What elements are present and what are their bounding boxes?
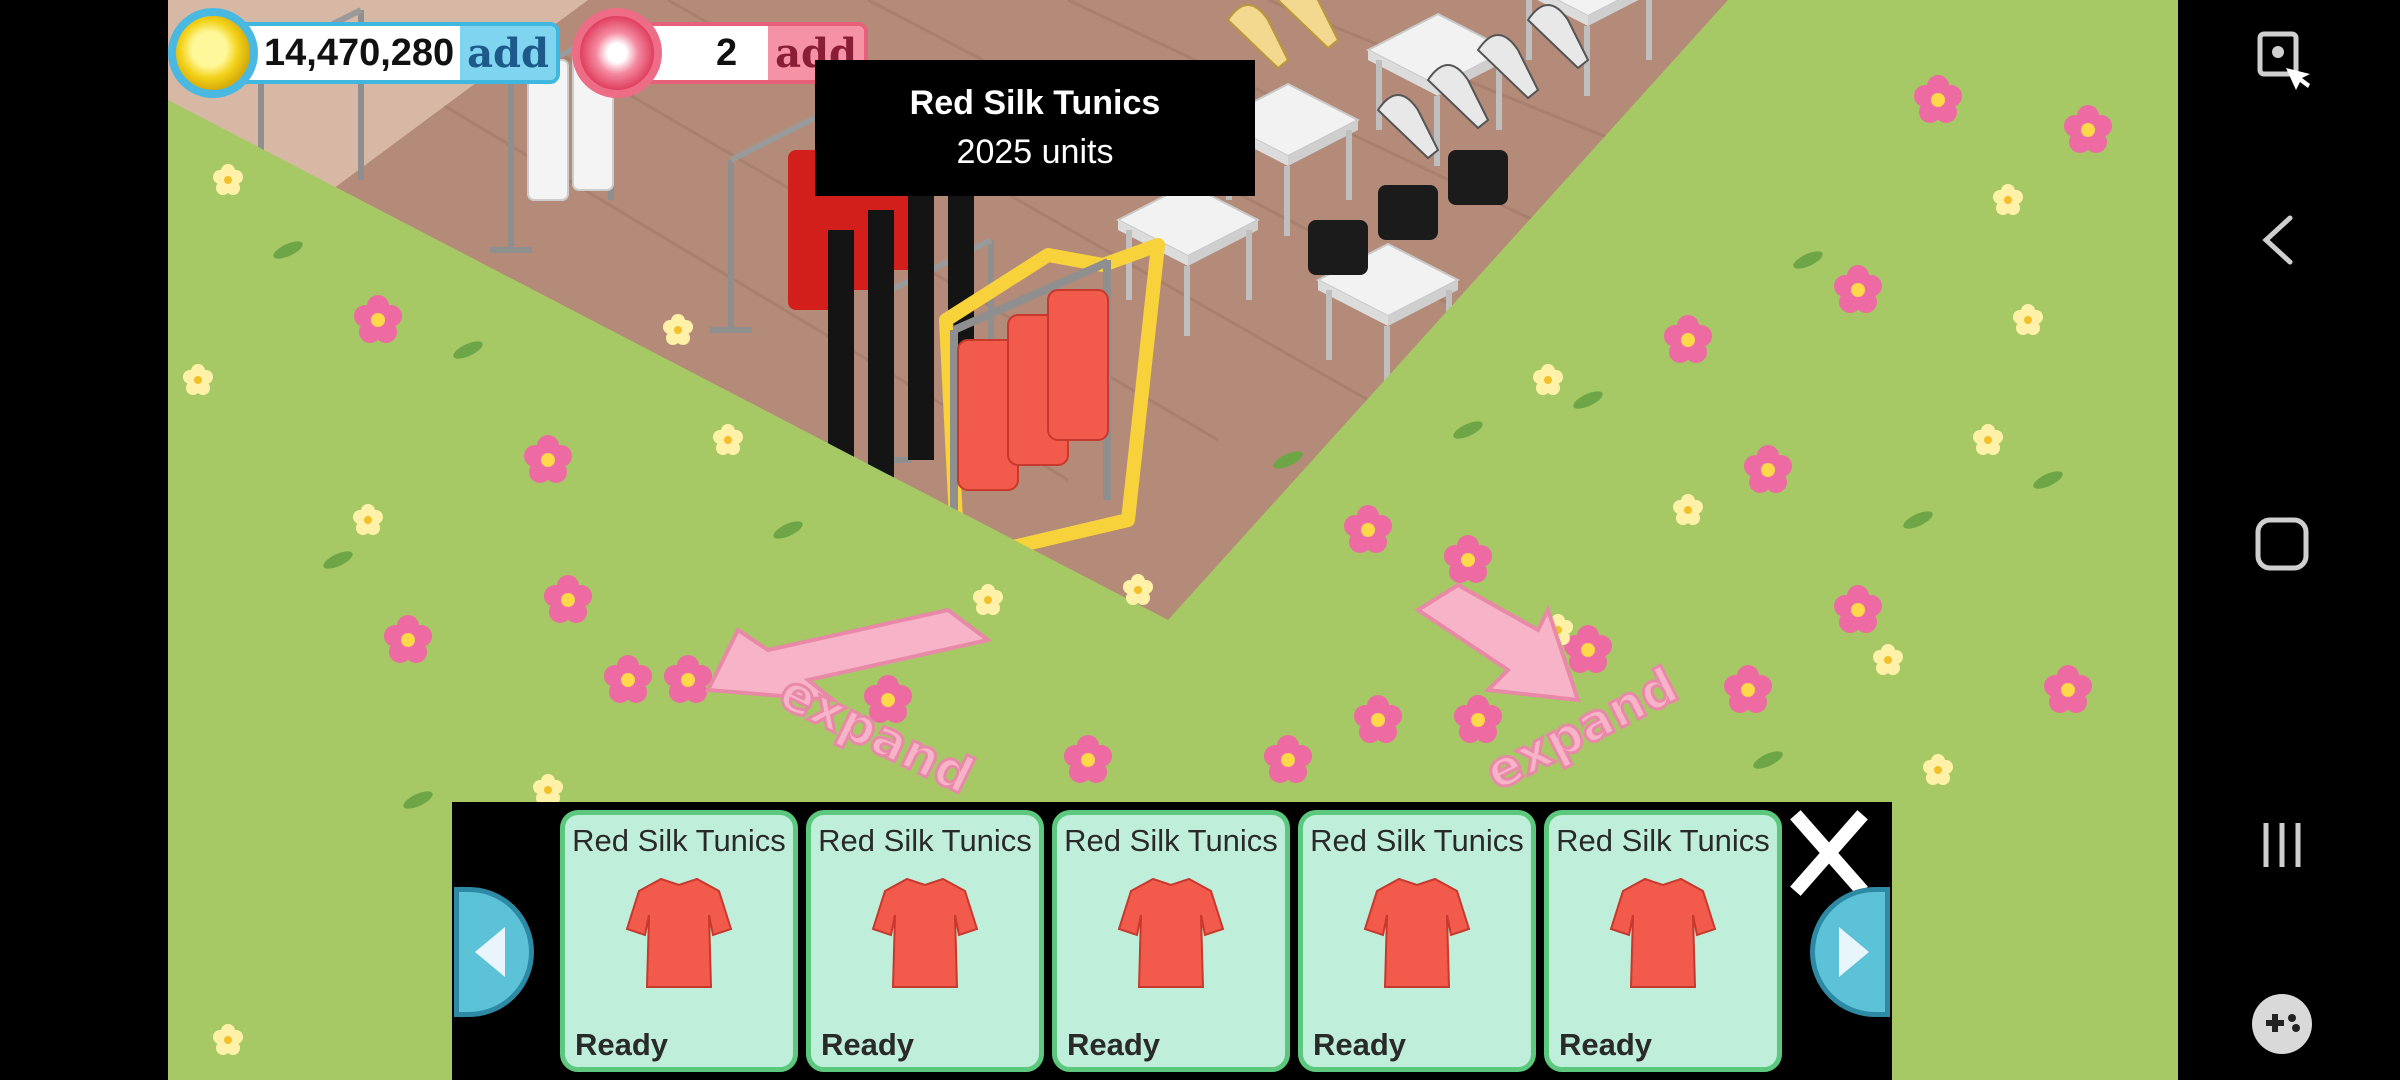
- gamepad-icon: [2252, 994, 2312, 1054]
- tooltip-title: Red Silk Tunics: [909, 84, 1161, 122]
- tunic-icon: [1118, 878, 1224, 988]
- gem-value: 2: [716, 31, 738, 74]
- coin-value: 14,470,280: [264, 31, 455, 74]
- recents-icon: [2263, 823, 2301, 867]
- card-title: Red Silk Tunics: [1064, 823, 1278, 858]
- close-button[interactable]: [1786, 810, 1872, 896]
- inventory-bar: Red Silk Tunics Ready Red Silk Tunics Re…: [452, 802, 1892, 1080]
- game-tools-button[interactable]: [2248, 990, 2318, 1065]
- arrow-left-icon: [475, 927, 505, 977]
- item-tooltip: Red Silk Tunics 2025 units: [815, 60, 1255, 196]
- home-button[interactable]: [2248, 510, 2318, 585]
- back-button[interactable]: [2248, 210, 2318, 275]
- card-status: Ready: [1067, 1027, 1161, 1062]
- inventory-card[interactable]: Red Silk Tunics Ready: [1544, 810, 1782, 1072]
- card-status: Ready: [821, 1027, 915, 1062]
- screenshot-button[interactable]: [2248, 28, 2318, 103]
- close-icon: [1790, 810, 1868, 896]
- tunic-icon: [872, 878, 978, 988]
- home-icon: [2255, 517, 2309, 571]
- next-page-button[interactable]: [1810, 887, 1890, 1017]
- inventory-card[interactable]: Red Silk Tunics Ready: [1298, 810, 1536, 1072]
- back-icon: [2262, 215, 2293, 265]
- system-nav-bar: [2178, 0, 2400, 1080]
- card-title: Red Silk Tunics: [572, 823, 786, 858]
- inventory-card[interactable]: Red Silk Tunics Ready: [1052, 810, 1290, 1072]
- tunic-icon: [1610, 878, 1716, 988]
- card-status: Ready: [575, 1027, 669, 1062]
- tunic-icon: [1364, 878, 1470, 988]
- inventory-card[interactable]: Red Silk Tunics Ready: [806, 810, 1044, 1072]
- coin-icon: [168, 8, 258, 98]
- card-title: Red Silk Tunics: [1556, 823, 1770, 858]
- add-coins-button[interactable]: add: [460, 26, 556, 80]
- card-title: Red Silk Tunics: [818, 823, 1032, 858]
- inventory-card[interactable]: Red Silk Tunics Ready: [560, 810, 798, 1072]
- tunic-icon: [626, 878, 732, 988]
- arrow-right-icon: [1839, 927, 1869, 977]
- previous-page-button[interactable]: [454, 887, 534, 1017]
- card-title: Red Silk Tunics: [1310, 823, 1524, 858]
- tooltip-units: 2025 units: [956, 133, 1114, 171]
- coin-counter: 14,470,280 add: [210, 22, 560, 84]
- recents-button[interactable]: [2248, 815, 2318, 880]
- card-status: Ready: [1559, 1027, 1653, 1062]
- screenshot-icon: [2257, 31, 2310, 90]
- gem-icon: [572, 8, 662, 98]
- card-status: Ready: [1313, 1027, 1407, 1062]
